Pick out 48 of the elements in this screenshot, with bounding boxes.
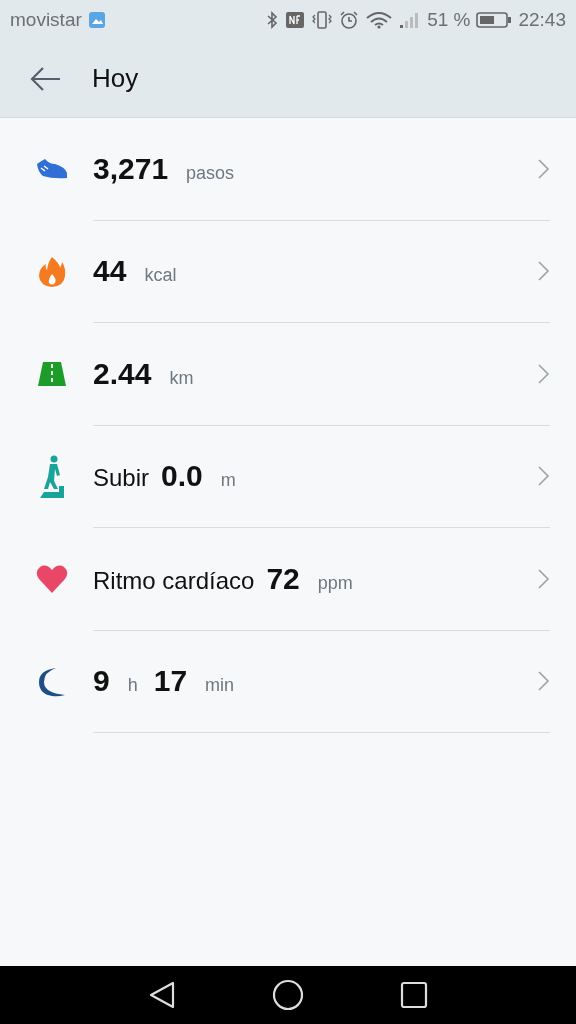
flame-icon <box>37 255 66 288</box>
battery-icon <box>476 11 513 29</box>
metric-value: 0.0 <box>161 459 203 494</box>
chevron-right-icon <box>538 671 550 692</box>
metric-label: Ritmo cardíaco <box>93 566 255 595</box>
clock-time: 22:43 <box>518 9 566 31</box>
page-title: Hoy <box>92 63 139 94</box>
metric-unit: kcal <box>144 265 177 287</box>
gallery-notification-icon <box>87 11 106 29</box>
metric-unit: pasos <box>186 162 235 184</box>
carrier-name: movistar <box>10 9 82 31</box>
metric-row[interactable]: 44 kcal <box>0 220 576 323</box>
chevron-right-icon <box>538 466 550 487</box>
metric-value: 17 <box>153 664 188 699</box>
vibrate-icon <box>311 11 334 29</box>
moon-icon <box>37 666 66 697</box>
nfc-icon <box>285 11 306 29</box>
heart-icon <box>35 564 68 595</box>
home-icon[interactable] <box>272 979 304 1011</box>
metric-unit: km <box>169 367 194 389</box>
back-icon[interactable] <box>148 981 176 1009</box>
battery-percentage: 51 % <box>427 9 471 31</box>
metric-unit: ppm <box>317 572 353 594</box>
metric-value: 72 <box>266 561 300 596</box>
climbing-person-icon <box>38 454 65 499</box>
metric-row[interactable]: 9 h 17 min <box>0 630 576 733</box>
metric-unit: m <box>220 470 236 492</box>
metric-row[interactable]: 3,271 pasos <box>0 118 576 221</box>
metric-row[interactable]: 2.44 km <box>0 323 576 426</box>
bluetooth-icon <box>265 11 280 29</box>
metric-row[interactable]: Ritmo cardíaco 72 ppm <box>0 528 576 631</box>
shoe-icon <box>34 158 69 181</box>
chevron-right-icon <box>538 158 550 179</box>
recent-apps-icon[interactable] <box>400 981 428 1009</box>
metric-unit: min <box>205 675 235 697</box>
metric-value: 9 <box>93 664 110 699</box>
metric-label: Subir <box>93 464 150 493</box>
metric-value: 3,271 <box>93 151 169 186</box>
metric-unit: h <box>127 675 138 697</box>
chevron-right-icon <box>538 568 550 589</box>
chevron-right-icon <box>538 363 550 384</box>
metric-value: 44 <box>93 254 127 289</box>
metric-value: 2.44 <box>93 356 152 391</box>
wifi-icon <box>365 11 394 29</box>
metric-row[interactable]: Subir 0.0 m <box>0 425 576 528</box>
road-icon <box>36 361 67 388</box>
alarm-icon <box>339 11 360 29</box>
chevron-right-icon <box>538 261 550 282</box>
